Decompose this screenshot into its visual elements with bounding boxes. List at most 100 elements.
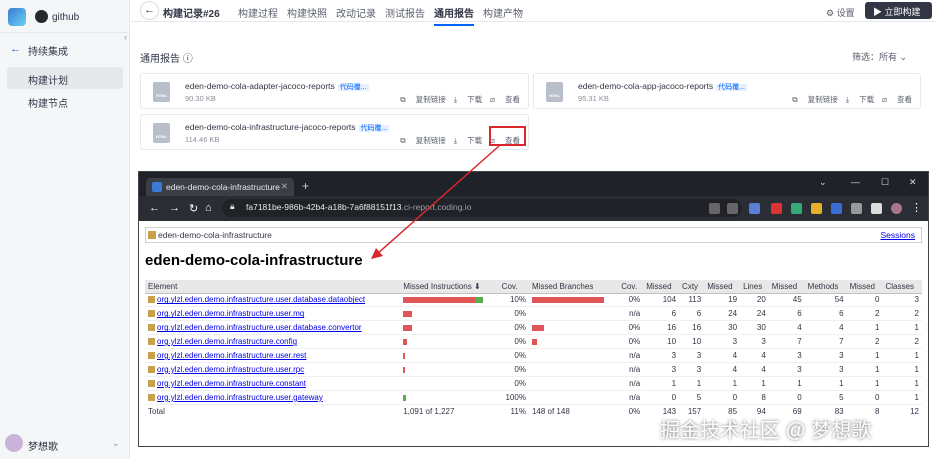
page-title: 构建记录#26 — [163, 9, 220, 20]
metric-cell: 1 — [846, 376, 883, 391]
new-tab-icon[interactable]: + — [302, 179, 309, 193]
sidebar-item-build-nodes[interactable]: 构建节点 — [28, 95, 68, 110]
reload-icon[interactable]: ↻ — [189, 202, 198, 215]
close-window-icon[interactable]: ✕ — [909, 177, 917, 188]
column-header[interactable]: Classes — [882, 280, 922, 294]
sessions-link[interactable]: Sessions — [881, 230, 916, 240]
package-link[interactable]: org.ylzl.eden.demo.infrastructure.user.d… — [157, 295, 365, 304]
copy-link-button[interactable]: ⧉ 复制链接 — [792, 95, 837, 104]
highlight-box — [489, 126, 526, 146]
tab-build-artifacts[interactable]: 构建产物 — [483, 5, 523, 20]
sidebar-icon[interactable] — [871, 203, 882, 214]
build-now-button[interactable]: ▶ 立即构建 — [865, 2, 932, 19]
element-cell: org.ylzl.eden.demo.infrastructure.user.r… — [145, 348, 401, 363]
star-icon[interactable] — [727, 203, 738, 214]
package-link[interactable]: org.ylzl.eden.demo.infrastructure.consta… — [157, 379, 306, 388]
project-name[interactable]: github — [52, 12, 79, 23]
adblock-icon[interactable] — [771, 203, 782, 214]
metric-cell: 1 — [846, 362, 883, 377]
column-header[interactable]: Cov. — [618, 280, 644, 294]
tab-change-log[interactable]: 改动记录 — [336, 5, 376, 20]
tab-general-report[interactable]: 通用报告 — [434, 5, 474, 26]
tab-build-snapshot[interactable]: 构建快照 — [287, 5, 327, 20]
instruction-coverage: 0% — [498, 320, 529, 336]
package-link[interactable]: org.ylzl.eden.demo.infrastructure.user.g… — [157, 393, 323, 402]
missed-instructions-bar — [400, 348, 499, 363]
column-header[interactable]: Methods — [804, 280, 847, 294]
column-header[interactable]: Missed Instructions ⬇ — [400, 280, 499, 294]
package-link[interactable]: org.ylzl.eden.demo.infrastructure.user.r… — [157, 351, 306, 360]
share-icon[interactable] — [709, 203, 720, 214]
browser-tab[interactable]: eden-demo-cola-infrastructure ✕ — [146, 178, 294, 196]
total-cell: 148 of 148 — [528, 403, 619, 419]
home-icon[interactable]: ⌂ — [205, 202, 212, 214]
column-header[interactable]: Missed Branches — [528, 280, 619, 294]
maximize-icon[interactable]: ☐ — [881, 177, 889, 188]
profile-avatar[interactable] — [891, 203, 902, 214]
minimize-icon[interactable]: — — [851, 177, 860, 187]
app-logo[interactable] — [8, 8, 26, 26]
report-card[interactable]: HTML eden-demo-cola-adapter-jacoco-repor… — [140, 73, 529, 109]
download-button[interactable]: ⤓ 下载 — [454, 95, 482, 104]
tab-search-icon[interactable]: ⌄ — [819, 177, 827, 188]
column-header[interactable]: Missed — [846, 280, 883, 294]
address-bar[interactable]: 🔒︎ fa7181be-986b-42b4-a18b-7a6f88151f13.c… — [222, 199, 742, 217]
missed-bar — [403, 325, 413, 332]
filter-dropdown[interactable]: 筛选：所有 ⌄ — [852, 50, 907, 63]
package-link[interactable]: org.ylzl.eden.demo.infrastructure.user.r… — [157, 365, 304, 374]
column-header[interactable]: Cxty — [679, 280, 705, 294]
column-header[interactable]: Lines — [740, 280, 769, 294]
element-cell: org.ylzl.eden.demo.infrastructure.user.d… — [145, 293, 401, 308]
sidebar-back-label[interactable]: 持续集成 — [28, 43, 68, 58]
tab-build-process[interactable]: 构建过程 — [238, 5, 278, 20]
coverage-table: Element Missed Instructions ⬇ Cov. Missed B… — [145, 280, 922, 419]
package-link[interactable]: org.ylzl.eden.demo.infrastructure.user.m… — [157, 309, 304, 318]
breadcrumb-label: eden-demo-cola-infrastructure — [158, 230, 272, 240]
missed-instructions-bar — [400, 376, 499, 391]
report-card[interactable]: HTML eden-demo-cola-infrastructure-jacoc… — [140, 114, 529, 150]
sidebar-divider — [0, 32, 130, 33]
forward-arrow-icon[interactable]: → — [169, 202, 180, 214]
column-header[interactable]: Missed — [643, 280, 680, 294]
column-header[interactable]: Missed — [704, 280, 741, 294]
package-icon — [148, 338, 155, 346]
info-icon[interactable]: ⓘ — [183, 54, 193, 65]
copy-link-button[interactable]: ⧉ 复制链接 — [400, 136, 445, 145]
extension-icon[interactable] — [811, 203, 822, 214]
settings-button[interactable]: ⚙ 设置 — [826, 6, 855, 19]
branch-coverage: 0% — [618, 293, 644, 308]
package-link[interactable]: org.ylzl.eden.demo.infrastructure.user.d… — [157, 323, 362, 332]
avatar[interactable] — [5, 434, 23, 452]
close-tab-icon[interactable]: ✕ — [281, 181, 288, 192]
view-button[interactable]: ⧄ 查看 — [490, 95, 520, 104]
puzzle-icon[interactable] — [851, 203, 862, 214]
user-name[interactable]: 梦想歌 — [28, 438, 58, 453]
report-card[interactable]: HTML eden-demo-cola-app-jacoco-reports 代码… — [533, 73, 921, 109]
column-header[interactable]: Cov. — [498, 280, 529, 294]
extension-icon[interactable] — [749, 203, 760, 214]
extension-icon[interactable] — [791, 203, 802, 214]
tab-test-report[interactable]: 测试报告 — [385, 5, 425, 20]
total-cell: 1,091 of 1,227 — [400, 403, 499, 419]
download-button[interactable]: ⤓ 下载 — [454, 136, 482, 145]
view-button[interactable]: ⧄ 查看 — [882, 95, 912, 104]
copy-link-button[interactable]: ⧉ 复制链接 — [400, 95, 445, 104]
extension-icon[interactable] — [831, 203, 842, 214]
collapse-sidebar-icon[interactable]: ‹ — [124, 32, 127, 42]
back-arrow-icon[interactable]: ← — [149, 202, 160, 214]
chevron-down-icon[interactable]: ⌄ — [112, 438, 120, 449]
back-arrow-icon[interactable]: ← — [10, 43, 21, 55]
package-link[interactable]: org.ylzl.eden.demo.infrastructure.config — [157, 337, 297, 346]
github-icon — [35, 10, 48, 23]
metric-cell: 4 — [740, 348, 769, 363]
branch-coverage: n/a — [618, 306, 644, 322]
metric-cell: 0 — [846, 390, 883, 405]
column-header[interactable]: Element — [145, 280, 401, 294]
back-button[interactable]: ← — [140, 1, 159, 20]
column-header[interactable]: Missed — [768, 280, 805, 294]
download-button[interactable]: ⤓ 下载 — [846, 95, 874, 104]
more-menu-icon[interactable]: ⋮ — [911, 201, 922, 214]
sidebar-item-build-plan[interactable]: 构建计划 — [7, 67, 123, 89]
element-cell: org.ylzl.eden.demo.infrastructure.consta… — [145, 376, 401, 391]
report-name: eden-demo-cola-app-jacoco-reports — [578, 81, 714, 91]
